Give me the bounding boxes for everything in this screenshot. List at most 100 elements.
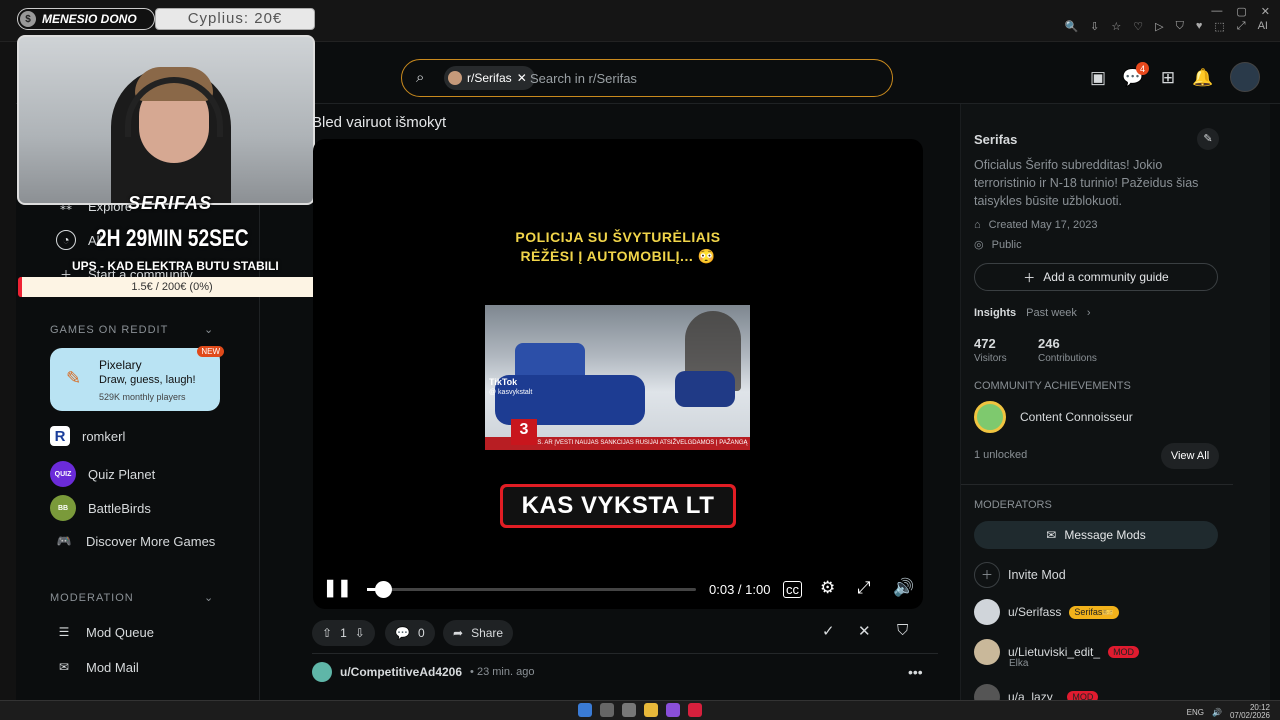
view-all-button[interactable]: View All [1161,443,1219,469]
achievement-item[interactable]: Content Connoisseur [974,401,1133,433]
chevron-down-icon: ⌄ [204,324,215,336]
subreddit-avatar [448,71,462,85]
shield-icon[interactable]: ⛉ [1176,20,1184,33]
game-title: Pixelary [99,358,142,372]
captions-icon[interactable]: cc [783,581,802,598]
game-label: BattleBirds [88,500,151,516]
add-guide-button[interactable]: ＋ Add a community guide [974,263,1218,291]
contributions-stat: 246 Contributions [1038,336,1097,364]
volume-icon[interactable]: 🔊 [893,578,914,598]
avatar [312,662,332,682]
heart-icon[interactable]: ♥ [1196,20,1203,33]
volume-icon[interactable]: 🔊 [1212,708,1222,717]
widgets-icon[interactable] [622,703,636,717]
task-view-icon[interactable] [600,703,614,717]
mod-subtitle: Elka [1009,658,1029,669]
download-icon[interactable]: ⇩ [1090,20,1099,33]
fullscreen-icon[interactable]: ⤢ [857,578,871,598]
dollar-coin-icon: $ [20,11,36,27]
visibility-text: Public [991,238,1022,251]
gamepad-icon: 🎮 [56,534,72,548]
tab-icon[interactable]: ⬚ [1214,20,1224,33]
moderator-row[interactable]: u/Serifass Serifas🎫 [974,599,1119,625]
post-author[interactable]: u/CompetitiveAd4206 [340,665,462,679]
game-battlebirds[interactable]: BB BattleBirds [50,495,151,521]
tiktok-logo: TikTok [489,377,518,387]
games-section-header[interactable]: GAMES ON REDDIT ⌄ [50,324,213,336]
upvote-icon[interactable]: ⇧ [322,626,332,640]
invite-mod-button[interactable]: ＋ Invite Mod [974,562,1066,588]
pause-icon[interactable]: ❚❚ [323,578,352,598]
video-time: 0:03 / 1:00 [709,582,771,597]
seek-handle[interactable] [375,581,393,598]
goal-title: UPS - KAD ELEKTRA BUTU STABILI [72,259,279,273]
battlebirds-icon: BB [50,495,76,521]
expand-icon[interactable]: ⤢ [1237,20,1246,33]
moderation-section-header[interactable]: MODERATION ⌄ [50,592,213,604]
close-window-button[interactable]: ✕ [1261,5,1270,18]
moderator-row[interactable]: u/Lietuviski_edit_ MOD [974,639,1140,665]
comment-count: 0 [417,626,425,640]
windows-taskbar: ENG 🔊 20:12 07/02/2026 [0,700,1280,720]
play-icon[interactable]: ▷ [1155,20,1163,33]
game-quiz-planet[interactable]: QUIZ Quiz Planet [50,461,155,487]
browser-icon[interactable] [688,703,702,717]
bookmark-icon[interactable]: ☆ [1111,20,1121,33]
user-avatar[interactable] [1230,62,1260,92]
app-icon[interactable] [666,703,680,717]
maximize-button[interactable]: ▢ [1236,5,1246,18]
search-bar[interactable]: ⌕ r/Serifas ✕ Search in r/Serifas [401,59,893,97]
gear-icon[interactable]: ⚙ [820,578,835,598]
remove-icon[interactable]: ✕ [858,622,871,640]
system-tray: ENG 🔊 20:12 07/02/2026 [1187,704,1270,720]
post-title[interactable]: Bled vairuot išmokyt [312,114,446,131]
bell-icon[interactable]: 🔔 [1189,64,1217,92]
seek-bar[interactable] [367,588,696,591]
more-options-icon[interactable]: ••• [908,664,923,680]
featured-game-card[interactable]: ✎ Pixelary Draw, guess, laugh! 529K mont… [50,346,224,411]
heart-outline-icon[interactable]: ♡ [1133,20,1143,33]
mod-flair: MOD [1108,646,1140,658]
taskbar-apps [578,703,702,717]
next-post-header: u/CompetitiveAd4206 • 23 min. ago [312,662,534,682]
share-button[interactable]: ➦ Share [443,620,514,646]
mod-queue[interactable]: ☰ Mod Queue [54,622,154,642]
subreddit-search-chip[interactable]: r/Serifas ✕ [444,66,535,90]
mod-shield-icon[interactable]: ⛉ [897,622,908,639]
community-name: Serifas [974,132,1018,147]
mod-mail[interactable]: ✉ Mod Mail [54,657,139,677]
comment-icon: 💬 [395,626,410,640]
edit-icon[interactable]: ✎ [1197,128,1219,150]
zoom-icon[interactable]: 🔍 [1064,20,1078,33]
mod-name: u/Serifass [1008,605,1062,619]
message-mods-button[interactable]: ✉ Message Mods [974,521,1218,549]
game-romkerl[interactable]: Rromkerl [50,426,125,446]
windows-start-icon[interactable] [578,703,592,717]
discover-games[interactable]: 🎮 Discover More Games [54,531,216,551]
search-input[interactable]: Search in r/Serifas [530,71,637,86]
video-player[interactable]: POLICIJA SU ŠVYTURĖLIAIS RĖŽĖSI Į AUTOMO… [313,139,923,609]
clock[interactable]: 20:12 07/02/2026 [1230,704,1270,720]
globe-icon: ◎ [974,239,984,251]
advertise-icon[interactable]: ▣ [1084,64,1112,92]
insights-header: Insights Past week › [974,307,1091,319]
create-post-icon[interactable]: ⊞ [1154,64,1182,92]
mail-icon: ✉ [1046,528,1057,542]
visitors-label: Visitors [974,353,1007,364]
mail-icon: ✉ [58,660,70,674]
downvote-icon[interactable]: ⇩ [355,626,365,640]
approve-icon[interactable]: ✓ [822,622,835,640]
language-indicator[interactable]: ENG [1187,708,1204,717]
folder-icon[interactable] [644,703,658,717]
stream-overlay-top: $ MENESIO DONO Cyplius: 20€ [17,8,315,30]
window-controls: — ▢ ✕ [1211,5,1270,18]
created-date: ⌂ Created May 17, 2023 [974,219,1098,231]
cake-icon: ⌂ [974,219,981,231]
ai-icon[interactable]: AI [1258,20,1268,33]
comments-button[interactable]: 💬 0 [385,620,435,646]
close-icon[interactable]: ✕ [517,71,527,85]
chat-icon[interactable]: 💬 4 [1119,62,1149,92]
achievement-badge-icon [974,401,1006,433]
insights-range[interactable]: Past week [1026,307,1077,319]
minimize-button[interactable]: — [1211,5,1222,18]
